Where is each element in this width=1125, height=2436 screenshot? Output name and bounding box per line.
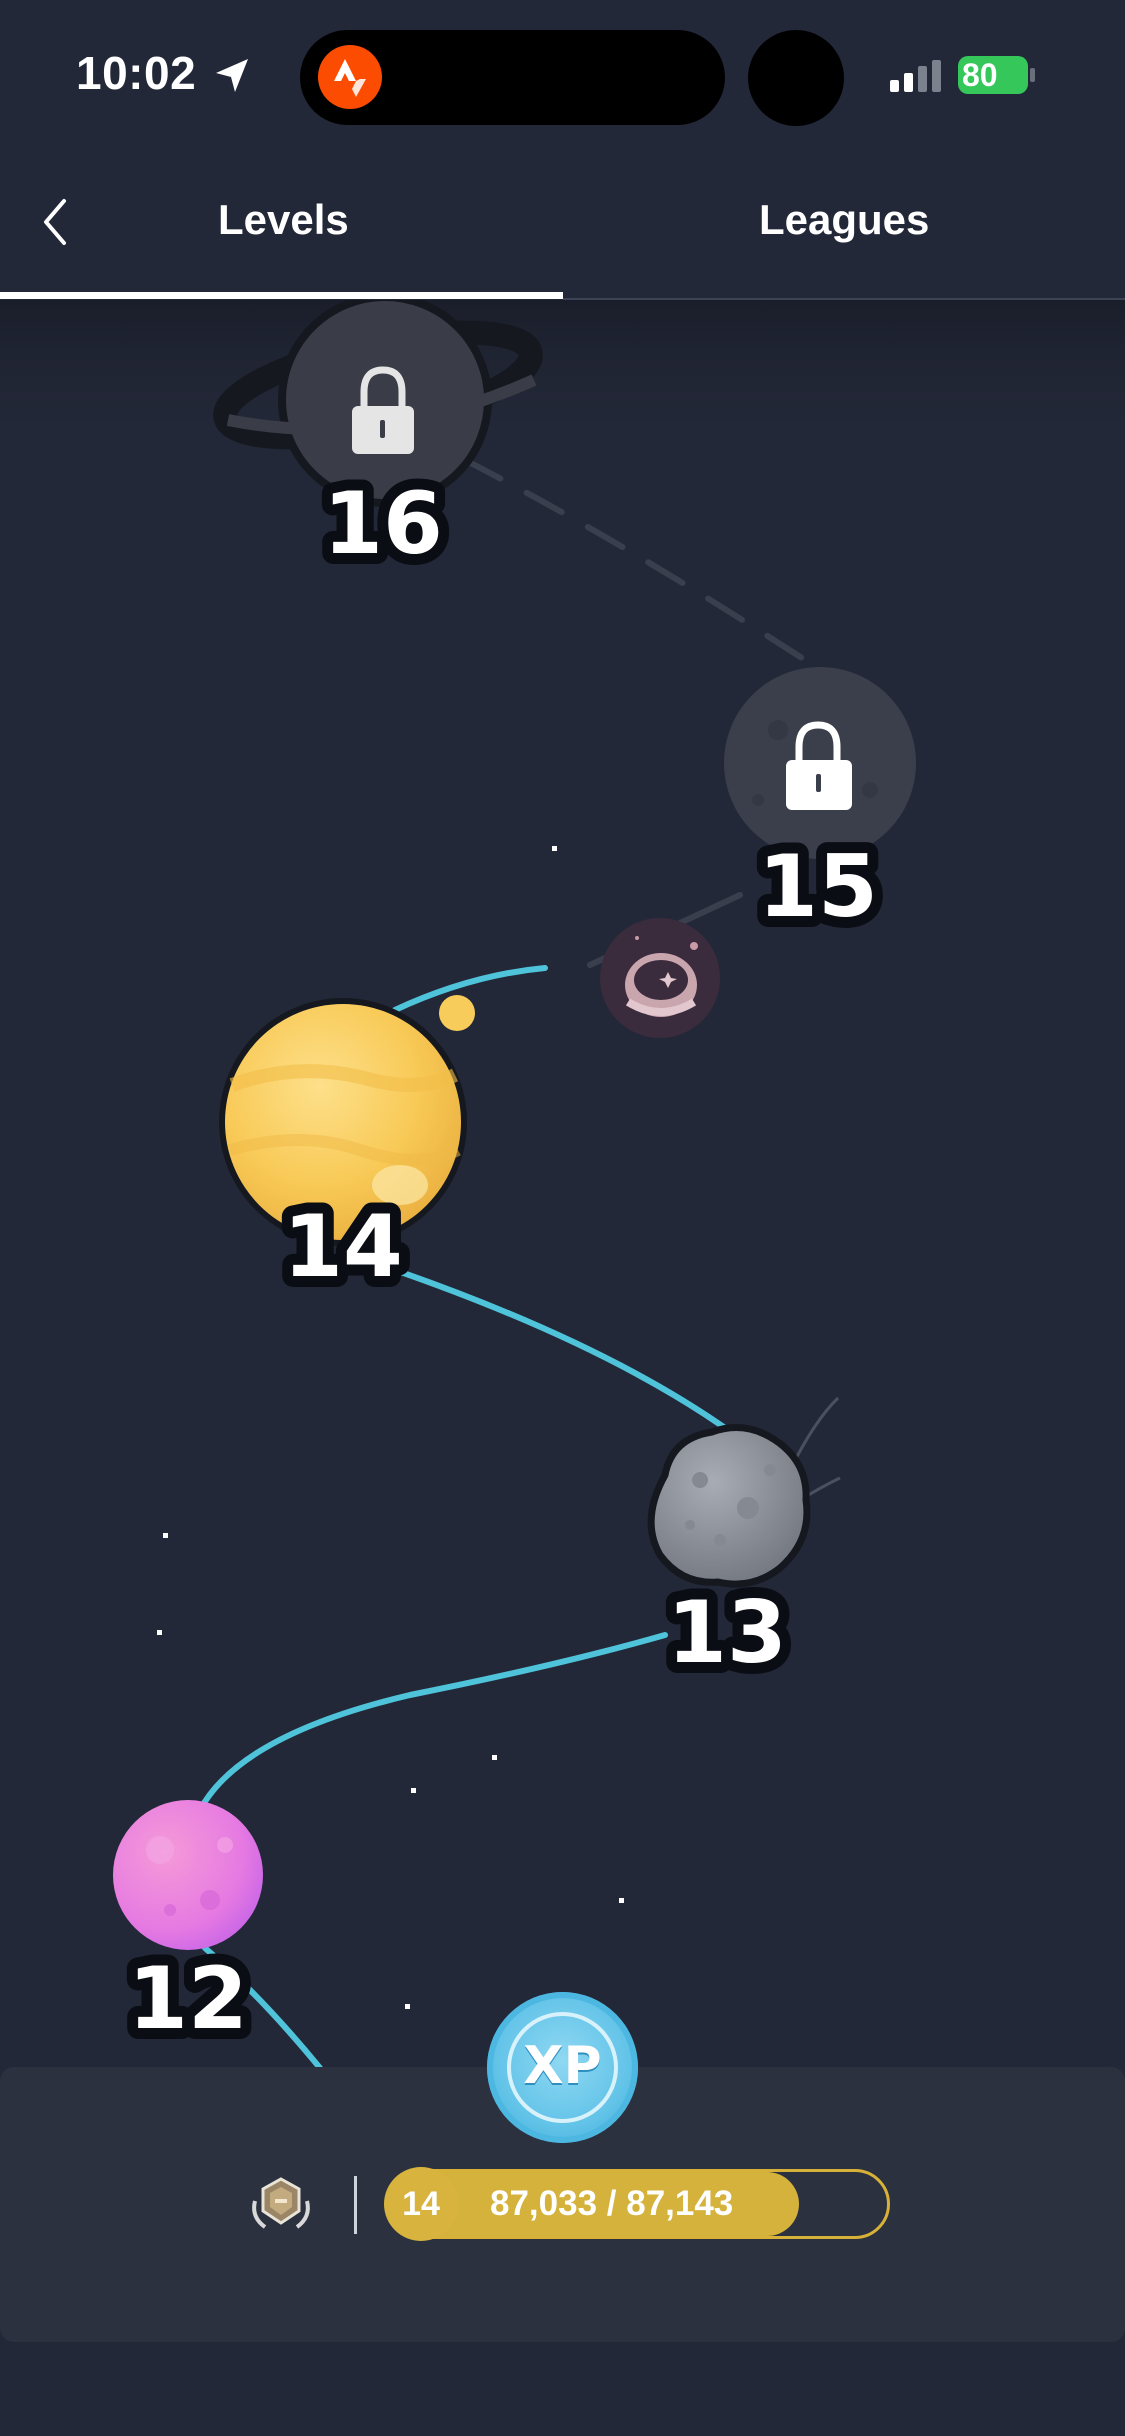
camera-cutout (748, 30, 844, 126)
xp-badge-label: XP (523, 2036, 602, 2096)
level-12-label: 12 (128, 1949, 248, 2049)
map-top-shade (0, 300, 1125, 460)
level-13-label: 13 (667, 1583, 787, 1683)
tab-selected-indicator (0, 292, 563, 299)
chevron-left-icon[interactable] (38, 195, 72, 249)
locked-path (462, 457, 808, 663)
battery-charging-icon: 80 (958, 56, 1028, 94)
signal-icon (890, 60, 941, 92)
level-map: 16 15 14 13 12 (0, 300, 1125, 2071)
level-15-node[interactable]: 15 (724, 667, 916, 948)
bottom-safe-area (0, 2342, 1125, 2436)
location-arrow-icon (216, 59, 248, 92)
dynamic-island (300, 30, 725, 125)
tab-bar (0, 150, 1125, 300)
level-16-label: 16 (323, 474, 443, 574)
battery-level: 80 (962, 57, 998, 93)
level-12-node[interactable]: 12 (113, 1800, 263, 2060)
strava-icon[interactable] (318, 45, 382, 109)
xp-progress-text: 87,033 / 87,143 (490, 2184, 734, 2223)
battery-cap (1030, 68, 1035, 82)
level-14-node[interactable]: 14 (219, 995, 475, 1308)
tab-leagues[interactable]: Leagues (759, 196, 929, 244)
tab-levels[interactable]: Levels (218, 196, 349, 244)
level-13-node[interactable]: 13 (647, 1396, 841, 1694)
status-time: 10:02 (76, 47, 197, 99)
level-15-label: 15 (758, 837, 878, 937)
panel-divider (354, 2176, 357, 2234)
current-level-badge: 14 (384, 2167, 458, 2241)
level-14-label: 14 (283, 1197, 403, 1297)
astronaut-helmet-icon[interactable] (600, 918, 720, 1038)
xp-badge[interactable]: XP (487, 1992, 638, 2143)
league-badge-icon[interactable] (245, 2173, 317, 2237)
